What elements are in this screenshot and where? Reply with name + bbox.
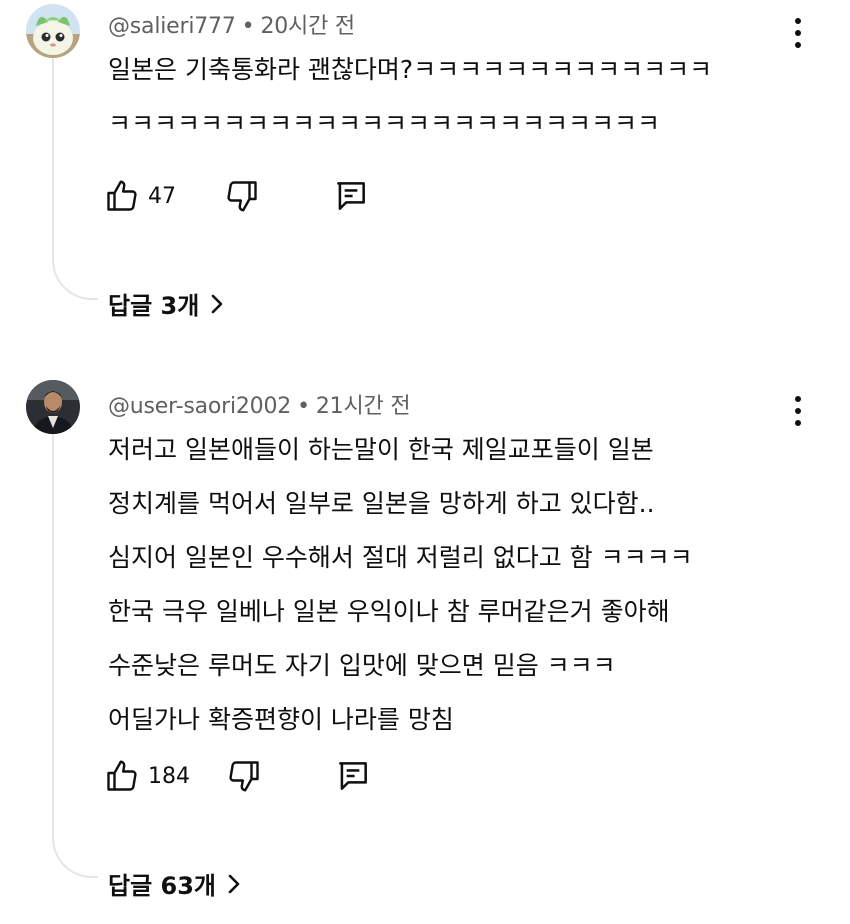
thumbs-down-icon xyxy=(227,181,257,212)
comment-2: @user-saori2002 • 21시간 전 저러고 일본애들이 하는말이 한국… xyxy=(0,376,850,924)
like-button[interactable]: 47 xyxy=(104,178,176,214)
more-options-button[interactable] xyxy=(786,16,810,50)
avatar-portrait-image xyxy=(26,380,80,434)
comment-meta: @salieri777 • 20시간 전 xyxy=(108,8,355,40)
more-vertical-icon-dot xyxy=(795,30,801,36)
more-vertical-icon-dot xyxy=(795,420,801,426)
comment-text-line: 한국 극우 일베나 일본 우익이나 참 루머같은거 좋아해 xyxy=(108,597,670,626)
like-button[interactable]: 184 xyxy=(104,758,190,794)
like-count: 47 xyxy=(148,183,176,209)
comment-text-line: 저러고 일본애들이 하는말이 한국 제일교포들이 일본 xyxy=(108,435,654,464)
comment-text-line: 수준낮은 루머도 자기 입맛에 맞으면 믿음 ㅋㅋㅋ xyxy=(108,651,616,680)
comment-text: 일본은 기축통화라 괜찮다며?ㅋㅋㅋㅋㅋㅋㅋㅋㅋㅋㅋㅋㅋ ㅋㅋㅋㅋㅋㅋㅋㅋㅋㅋㅋ… xyxy=(108,50,828,158)
dislike-button[interactable] xyxy=(224,178,260,214)
meta-separator: • xyxy=(241,14,255,39)
comment-actions: 184 xyxy=(104,756,372,796)
view-replies-button[interactable]: 답글 63개 xyxy=(108,866,242,901)
thumbs-up-icon xyxy=(107,760,137,791)
comment-meta: @user-saori2002 • 21시간 전 xyxy=(108,388,411,420)
avatar-cartoon-image xyxy=(26,4,80,58)
replies-count-label: 답글 3개 xyxy=(108,292,200,320)
comment-author[interactable]: @salieri777 xyxy=(108,14,236,39)
reply-button[interactable] xyxy=(334,757,372,795)
comment-1: @salieri777 • 20시간 전 일본은 기축통화라 괜찮다며?ㅋㅋㅋㅋㅋㅋ… xyxy=(0,0,850,330)
more-vertical-icon xyxy=(795,396,801,402)
chevron-right-icon xyxy=(228,874,240,893)
comment-actions: 47 xyxy=(104,176,370,216)
comment-text-line: 심지어 일본인 우수해서 절대 저럴리 없다고 함 ㅋㅋㅋㅋ xyxy=(108,543,693,572)
like-count: 184 xyxy=(148,763,190,789)
more-vertical-icon-dot xyxy=(795,42,801,48)
thumbs-down-icon xyxy=(229,761,259,792)
avatar[interactable] xyxy=(26,380,80,434)
avatar[interactable] xyxy=(26,4,80,58)
comment-timestamp[interactable]: 21시간 전 xyxy=(316,394,411,419)
view-replies-button[interactable]: 답글 3개 xyxy=(108,286,225,321)
comment-author[interactable]: @user-saori2002 xyxy=(108,394,291,419)
comment-text-line: 일본은 기축통화라 괜찮다며?ㅋㅋㅋㅋㅋㅋㅋㅋㅋㅋㅋㅋㅋ xyxy=(108,55,713,84)
reply-thread-line xyxy=(52,434,98,878)
more-vertical-icon-dot xyxy=(795,408,801,414)
more-vertical-icon xyxy=(795,18,801,24)
comment-icon xyxy=(339,762,367,790)
comment-text-line: ㅋㅋㅋㅋㅋㅋㅋㅋㅋㅋㅋㅋㅋㅋㅋㅋㅋㅋㅋㅋㅋㅋㅋㅋ xyxy=(108,109,661,138)
comment-timestamp[interactable]: 20시간 전 xyxy=(260,14,355,39)
comment-text: 저러고 일본애들이 하는말이 한국 제일교포들이 일본 정치계를 먹어서 일부로… xyxy=(108,430,828,754)
comment-text-line: 어딜가나 확증편향이 나라를 망침 xyxy=(108,705,454,734)
meta-separator: • xyxy=(297,394,310,419)
chevron-right-icon xyxy=(211,294,223,313)
more-options-button[interactable] xyxy=(786,394,810,428)
thumbs-up-icon xyxy=(107,180,137,211)
reply-thread-line xyxy=(52,58,98,300)
replies-count-label: 답글 63개 xyxy=(108,872,216,900)
reply-button[interactable] xyxy=(332,177,370,215)
dislike-button[interactable] xyxy=(226,758,262,794)
comment-icon xyxy=(337,182,365,210)
comment-text-line: 정치계를 먹어서 일부로 일본을 망하게 하고 있다함.. xyxy=(108,489,655,518)
